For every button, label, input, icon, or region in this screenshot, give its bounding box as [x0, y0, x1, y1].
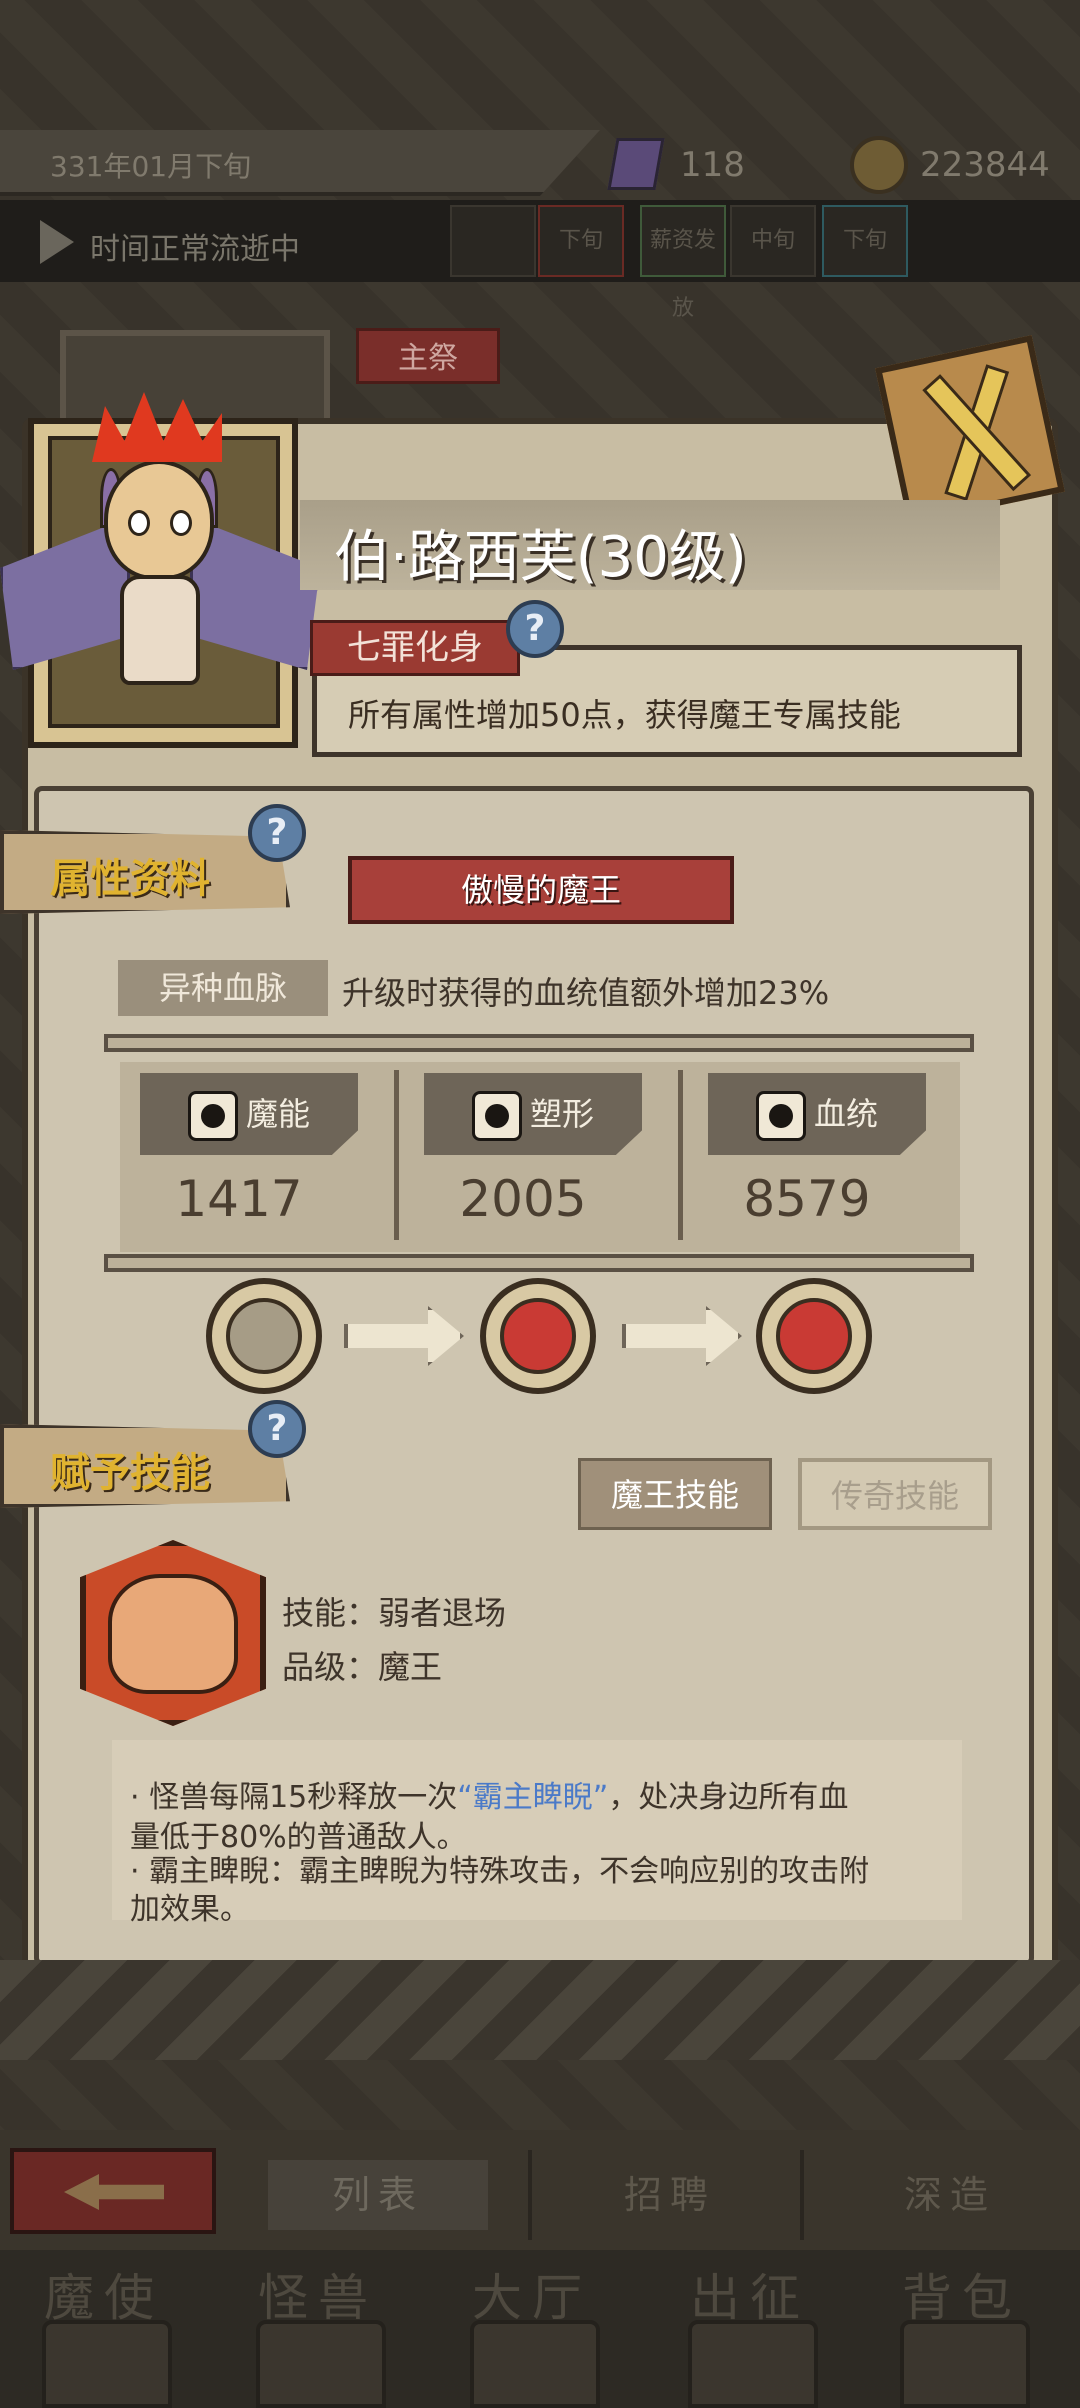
evolution-stage-1: [206, 1278, 322, 1394]
time-slot: [450, 205, 536, 277]
demon-face-icon: [500, 1298, 576, 1374]
gem-count: 118: [680, 145, 745, 185]
monster-icon[interactable]: [256, 2320, 386, 2408]
coin-icon: [850, 136, 908, 194]
expedition-icon[interactable]: [688, 2320, 818, 2408]
stat-label: 魔能: [140, 1073, 358, 1155]
stat-divider: [394, 1070, 399, 1240]
evolution-stage-2: [480, 1278, 596, 1394]
help-icon[interactable]: ?: [248, 804, 306, 862]
stat-label-text: 魔能: [245, 1095, 310, 1133]
title-banner: 傲慢的魔王: [348, 856, 734, 924]
skull-icon[interactable]: [42, 2320, 172, 2408]
hand-skill-icon: [108, 1574, 238, 1694]
desc-highlight: “霸主睥睨”: [457, 1780, 609, 1815]
stat-label: 塑形: [424, 1073, 642, 1155]
hero-name: 伯·路西芙(30级): [334, 525, 747, 590]
skill-description-line: · 怪兽每隔15秒释放一次“霸主睥睨”，处决身边所有血: [130, 1772, 848, 1816]
tab-recruit[interactable]: 招聘: [560, 2160, 780, 2230]
stat-divider: [678, 1070, 683, 1240]
trait-tag: 七罪化身: [310, 620, 520, 676]
hooded-figure-icon: [226, 1298, 302, 1374]
section-title-attributes: 属性资料: [50, 856, 210, 902]
skill-rank: 品级：魔王: [282, 1648, 443, 1686]
close-button[interactable]: [875, 335, 1065, 525]
skill-name: 技能：弱者退场: [282, 1594, 507, 1632]
stat-bloodline: 血统 8579: [688, 1068, 926, 1248]
tab-demon-skill[interactable]: 魔王技能: [578, 1458, 772, 1530]
section-title-skills: 赋予技能: [50, 1450, 210, 1496]
play-icon[interactable]: [40, 220, 74, 264]
stat-value: 8579: [743, 1170, 871, 1228]
time-status: 时间正常流逝中: [90, 232, 300, 267]
decorative-band: [0, 1960, 1080, 2060]
demon-face-icon: [776, 1298, 852, 1374]
evolution-stage-3: [756, 1278, 872, 1394]
bloodline-icon: [755, 1091, 806, 1141]
desc-text: · 怪兽每隔15秒释放一次: [130, 1780, 458, 1815]
time-slot: 下旬: [822, 205, 908, 277]
time-slot: 下旬: [538, 205, 624, 277]
stat-label-text: 塑形: [529, 1095, 594, 1133]
priest-tab[interactable]: 主祭: [356, 328, 500, 384]
coin-count: 223844: [920, 145, 1050, 185]
help-icon[interactable]: ?: [248, 1400, 306, 1458]
back-button[interactable]: [10, 2148, 216, 2234]
gem-icon: [607, 138, 665, 190]
stat-value: 1417: [175, 1170, 303, 1228]
nav-separator: [800, 2150, 804, 2240]
eye: [128, 510, 150, 536]
stat-rail-bottom: [104, 1254, 974, 1272]
stat-magic: 魔能 1417: [120, 1068, 358, 1248]
bloodline-description: 升级时获得的血统值额外增加23%: [342, 974, 830, 1012]
desc-text: ，处决身边所有血: [608, 1780, 849, 1815]
date-label: 331年01月下旬: [50, 150, 252, 183]
hall-icon[interactable]: [470, 2320, 600, 2408]
help-icon[interactable]: ?: [506, 600, 564, 658]
hero-body: [120, 575, 200, 685]
stat-rail-top: [104, 1034, 974, 1052]
nav-separator: [528, 2150, 532, 2240]
bag-icon[interactable]: [900, 2320, 1030, 2408]
bloodline-tag: 异种血脉: [118, 960, 328, 1016]
time-slot: 中旬: [730, 205, 816, 277]
stat-shape: 塑形 2005: [404, 1068, 642, 1248]
tab-list[interactable]: 列表: [268, 2160, 488, 2230]
hero-portrait: [104, 460, 214, 580]
time-slot-payday: 薪资发放: [640, 205, 726, 321]
tab-deepen[interactable]: 深造: [840, 2160, 1060, 2230]
shape-icon: [471, 1091, 522, 1141]
skill-description-line: 加效果。: [130, 1892, 250, 1927]
magic-icon: [187, 1091, 238, 1141]
stat-value: 2005: [459, 1170, 587, 1228]
trait-description: 所有属性增加50点，获得魔王专属技能: [348, 696, 901, 734]
stat-label-text: 血统: [813, 1095, 878, 1133]
eye: [170, 510, 192, 536]
stat-label: 血统: [708, 1073, 926, 1155]
tab-legend-skill[interactable]: 传奇技能: [798, 1458, 992, 1530]
